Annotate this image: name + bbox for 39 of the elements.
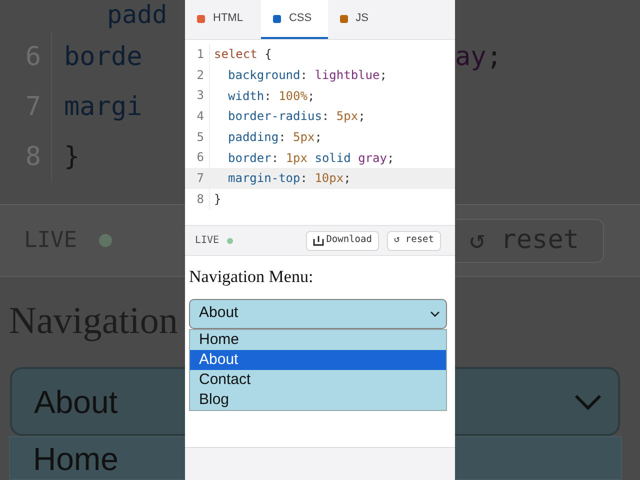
- line-number: 8: [185, 188, 210, 210]
- line-number: 7: [185, 168, 210, 189]
- code-text: padd: [107, 0, 168, 29]
- code-text: borde: [63, 40, 142, 74]
- line-number: 1: [185, 44, 210, 65]
- line-number: 3: [185, 85, 210, 106]
- code-text: margin-top: 10px;: [227, 170, 351, 188]
- line-number: 2: [185, 64, 210, 86]
- dropdown-option[interactable]: Home: [190, 330, 446, 350]
- tray-icon: [313, 236, 324, 246]
- reset-button[interactable]: ↺ reset: [386, 230, 441, 250]
- code-text: select {: [213, 46, 272, 64]
- editor-tab[interactable]: JS: [328, 0, 386, 39]
- code-text: border: 1px solid gray;: [227, 150, 394, 167]
- code-text: background: lightblue;: [227, 67, 387, 84]
- code-text: ay;: [455, 40, 502, 74]
- code-text: }: [213, 191, 222, 208]
- dropdown-option[interactable]: About: [190, 350, 446, 370]
- code-text: margi: [63, 90, 142, 124]
- code-text: width: 100%;: [227, 88, 315, 105]
- chevron-icon: [430, 310, 440, 316]
- chevron-icon: [574, 394, 602, 410]
- dropdown-option[interactable]: Blog: [190, 390, 446, 410]
- status-dot-icon: [227, 238, 234, 244]
- status-dot-icon: [98, 234, 112, 247]
- code-text: }: [63, 140, 80, 174]
- editor-tab[interactable]: HTML: [185, 0, 261, 39]
- code-text: padding: 5px;: [227, 129, 322, 146]
- select-dropdown[interactable]: About: [189, 298, 447, 328]
- preview-heading: Navigation Menu:: [189, 266, 314, 288]
- dropdown-option[interactable]: [455, 436, 622, 480]
- live-label: LIVE: [195, 234, 220, 248]
- select-dropdown[interactable]: [455, 367, 620, 436]
- dropdown-option[interactable]: Contact: [190, 370, 446, 390]
- editor-tab[interactable]: CSS: [260, 0, 328, 39]
- download-button[interactable]: Download: [306, 230, 379, 250]
- line-number: 4: [185, 106, 210, 127]
- line-number: 5: [185, 126, 210, 148]
- code-text: border-radius: 5px;: [227, 108, 366, 126]
